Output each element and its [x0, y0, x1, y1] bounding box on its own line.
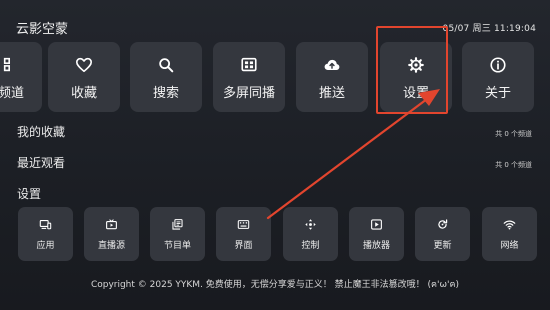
tv-icon [105, 218, 119, 232]
section-favorites-count: 共 0 个频道 [495, 130, 532, 138]
tile-channels[interactable]: 频道 [0, 42, 42, 112]
playlist-icon [171, 218, 185, 232]
tile-favorites[interactable]: 收藏 [48, 42, 120, 112]
grid-icon [0, 54, 22, 76]
settings-tile-apps-label: 应用 [36, 240, 55, 251]
settings-tile-control[interactable]: 控制 [283, 207, 338, 261]
tile-search[interactable]: 搜索 [130, 42, 202, 112]
clock: 05/07 周三 11:19:04 [442, 24, 536, 34]
settings-tile-program-guide[interactable]: 节目单 [150, 207, 205, 261]
section-recent-title: 最近观看 [17, 156, 66, 170]
settings-tile-live-source[interactable]: 直播源 [84, 207, 139, 261]
tile-push-label: 推送 [318, 85, 345, 101]
tile-multi-screen-label: 多屏同播 [222, 85, 275, 101]
settings-tile-player-label: 播放器 [362, 240, 390, 251]
dpad-icon [304, 218, 318, 232]
tile-push[interactable]: 推送 [296, 42, 368, 112]
search-icon [155, 54, 177, 76]
keyboard-icon [237, 218, 251, 232]
settings-tile-player[interactable]: 播放器 [349, 207, 404, 261]
settings-tile-program-guide-label: 节目单 [163, 240, 191, 251]
settings-tile-network[interactable]: 网络 [482, 207, 537, 261]
section-recent-count: 共 0 个频道 [495, 161, 532, 169]
section-favorites-title: 我的收藏 [17, 125, 66, 139]
copyright-footer: Copyright © 2025 YYKM. 免费使用，无偿分享爱与正义！ 禁止… [90, 280, 460, 290]
section-settings-title: 设置 [17, 187, 42, 201]
settings-tile-live-source-label: 直播源 [97, 240, 125, 251]
settings-tile-update-label: 更新 [433, 240, 452, 251]
settings-tile-apps[interactable]: 应用 [18, 207, 73, 261]
main-tile-row: 频道 收藏 搜索 多屏同播 推送 设置 关于 [0, 42, 550, 114]
tile-multi-screen[interactable]: 多屏同播 [213, 42, 285, 112]
cloud-upload-icon [321, 54, 343, 76]
settings-highlight-box [376, 26, 448, 114]
settings-tile-control-label: 控制 [301, 240, 320, 251]
tile-about[interactable]: 关于 [462, 42, 534, 112]
multi-screen-icon [238, 54, 260, 76]
wifi-icon [503, 218, 517, 232]
tile-about-label: 关于 [484, 85, 511, 101]
devices-icon [39, 218, 53, 232]
tile-search-label: 搜索 [152, 85, 179, 101]
play-icon [370, 218, 384, 232]
tile-channels-label: 频道 [0, 85, 24, 101]
info-icon [487, 54, 509, 76]
app-title: 云影空蒙 [16, 22, 69, 37]
settings-tile-interface[interactable]: 界面 [216, 207, 271, 261]
heart-icon [73, 54, 95, 76]
settings-tile-interface-label: 界面 [234, 240, 253, 251]
tile-favorites-label: 收藏 [70, 85, 97, 101]
settings-tile-row: 应用 直播源 节目单 界面 控制 播放器 更新 网络 [0, 207, 550, 263]
settings-tile-update[interactable]: 更新 [415, 207, 470, 261]
settings-tile-network-label: 网络 [500, 240, 519, 251]
refresh-icon [436, 218, 450, 232]
